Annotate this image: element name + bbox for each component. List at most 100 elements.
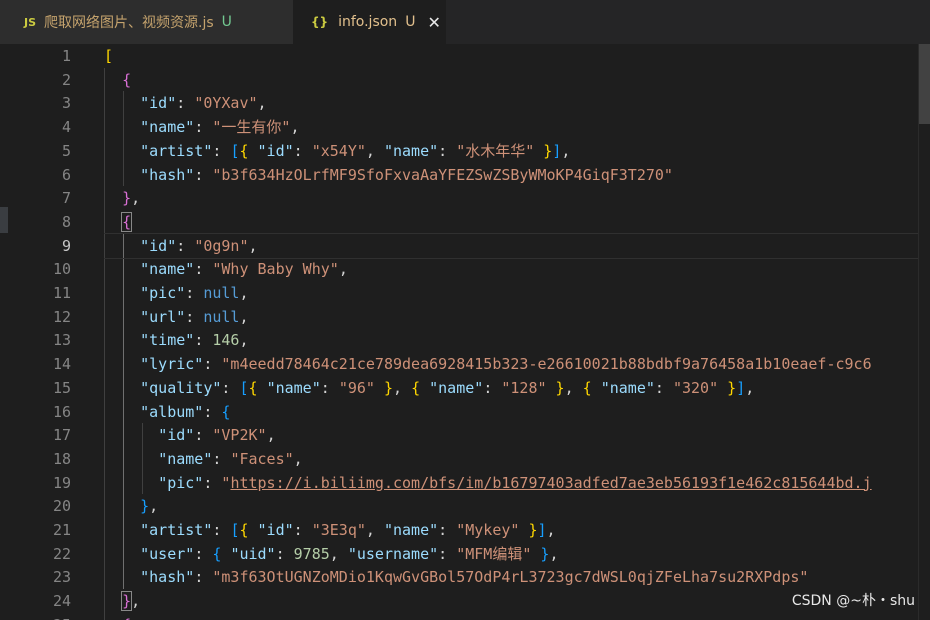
code-token: : <box>203 355 222 374</box>
code-line[interactable]: 8 { <box>0 210 918 234</box>
line-number: 9 <box>61 236 71 255</box>
code-token: , <box>239 284 249 302</box>
code-editor[interactable]: 1[2 {3 "id": "0YXav", 4 "name": "一生有你", 5 … <box>0 44 930 620</box>
code-line[interactable]: 7 }, <box>0 186 918 210</box>
code-line[interactable]: 12 "url": null, <box>0 305 918 329</box>
code-line[interactable]: 16 "album": { <box>0 400 918 424</box>
code-line[interactable]: 22 "user": { "uid": 9785, "username": "M… <box>0 542 918 566</box>
code-token: : <box>203 402 222 421</box>
code-line[interactable]: 5 "artist": [{ "id": "x54Y", "name": "水木… <box>0 139 918 163</box>
code-token: : <box>483 378 502 397</box>
code-line[interactable]: 24 }, <box>0 589 918 613</box>
line-number: 22 <box>52 544 71 563</box>
code-token: "320" <box>672 378 719 397</box>
code-line[interactable]: 19 "pic": "https://i.biliimg.com/bfs/im/… <box>0 471 918 495</box>
line-number: 3 <box>61 94 71 113</box>
tab-info-json[interactable]: {} info.json U ✕ <box>293 0 446 44</box>
line-number: 24 <box>52 592 71 611</box>
line-code: "hash": "b3f634HzOLrfMF9SfoFxvaAaYFEZSwZ… <box>104 163 673 187</box>
code-token: "x54Y" <box>311 141 366 160</box>
code-token: , <box>239 307 249 326</box>
code-token: , <box>266 426 276 445</box>
code-token: , <box>131 592 141 611</box>
close-icon[interactable]: ✕ <box>427 13 440 32</box>
code-token: : <box>438 521 457 539</box>
code-line[interactable]: 3 "id": "0YXav", <box>0 91 918 115</box>
code-line[interactable]: 10 "name": "Why Baby Why", <box>0 257 918 281</box>
line-number: 23 <box>52 568 71 587</box>
code-token: , <box>338 260 348 279</box>
code-token: "name" <box>429 378 484 397</box>
code-token: : <box>185 284 204 302</box>
line-number: 14 <box>52 355 71 374</box>
line-number: 25 <box>0 613 71 620</box>
code-token: "time" <box>140 331 195 350</box>
code-token: "artist" <box>140 521 213 539</box>
code-line[interactable]: 11 "pic": null, <box>0 281 918 305</box>
code-token: : <box>194 260 213 279</box>
code-line[interactable]: 9 "id": "0g9n", <box>0 232 918 259</box>
code-token: , <box>239 331 249 350</box>
code-line[interactable]: 21 "artist": [{ "id": "3E3q", "name": "M… <box>0 518 918 542</box>
line-number: 5 <box>61 141 71 160</box>
code-token: } <box>546 378 565 397</box>
line-code: }, <box>104 494 158 518</box>
code-token: "username" <box>347 544 439 563</box>
line-code: "artist": [{ "id": "x54Y", "name": "水木年华… <box>104 139 570 163</box>
code-token: "一生有你" <box>212 118 291 137</box>
code-token: , <box>131 189 141 208</box>
code-token: "artist" <box>140 141 213 160</box>
code-line[interactable]: 6 "hash": "b3f634HzOLrfMF9SfoFxvaAaYFEZS… <box>0 163 918 187</box>
code-line[interactable]: 17 "id": "VP2K", <box>0 423 918 447</box>
line-number: 17 <box>52 426 71 445</box>
code-token: , <box>329 544 348 563</box>
line-code: }, <box>104 589 140 613</box>
code-line[interactable]: 2 { <box>0 68 918 92</box>
code-line[interactable]: 1[ <box>0 44 918 68</box>
code-token: } <box>140 497 150 516</box>
code-line[interactable]: 20 }, <box>0 494 918 518</box>
code-token: } <box>121 591 133 612</box>
code-token: : <box>194 118 213 137</box>
line-number: 20 <box>52 497 71 516</box>
code-line[interactable]: 13 "time": 146, <box>0 328 918 352</box>
untracked-status-badge: U <box>405 14 416 30</box>
code-token: , <box>365 141 384 160</box>
code-token: , <box>561 141 571 160</box>
code-line[interactable]: 25 { <box>0 613 918 620</box>
code-token: "id" <box>140 94 177 113</box>
code-line[interactable]: 23 "hash": "m3f63OtUGNZoMDio1KqwGvGBol57… <box>0 565 918 589</box>
line-number: 8 <box>61 212 71 231</box>
code-line[interactable]: 4 "name": "一生有你", <box>0 115 918 139</box>
tab-crawler-js[interactable]: JS 爬取网络图片、视频资源.js U <box>0 0 293 44</box>
scrollbar-thumb[interactable] <box>919 44 930 124</box>
line-code: }, <box>104 186 140 210</box>
line-number: 6 <box>61 165 71 184</box>
code-line[interactable]: 18 "name": "Faces", <box>0 447 918 471</box>
code-token: "Faces" <box>230 449 294 468</box>
line-code: { <box>104 68 131 92</box>
line-number: 10 <box>52 260 71 279</box>
code-line[interactable]: 15 "quality": [{ "name": "96" }, { "name… <box>0 376 918 400</box>
code-token: [ <box>104 47 114 65</box>
code-token: [ <box>239 378 249 397</box>
line-code: "name": "Faces", <box>104 447 303 471</box>
code-token: null <box>203 307 240 326</box>
line-number: 21 <box>52 521 71 539</box>
line-number: 19 <box>52 473 71 492</box>
code-line[interactable]: 14 "lyric": "m4eedd78464c21ce789dea69284… <box>0 352 918 376</box>
vertical-scrollbar[interactable] <box>918 44 930 620</box>
code-token: "uid" <box>230 544 276 563</box>
line-code: "name": "Why Baby Why", <box>104 257 348 281</box>
line-number: 12 <box>52 307 71 326</box>
javascript-file-icon: JS <box>24 15 37 29</box>
